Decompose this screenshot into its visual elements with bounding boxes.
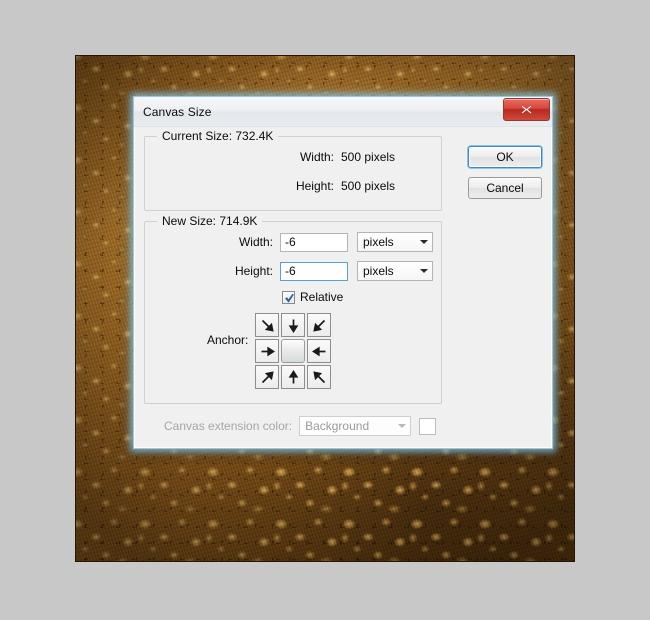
arrow-up-left-icon <box>313 370 325 383</box>
anchor-cell-center[interactable] <box>281 339 306 363</box>
anchor-cell-middle-right[interactable] <box>307 339 332 363</box>
relative-row: Relative <box>153 290 433 304</box>
checkmark-icon <box>285 293 294 303</box>
current-width-label: Width: <box>299 150 334 164</box>
new-size-group: New Size: 714.9K Width: pixels Height: p… <box>144 214 442 404</box>
current-height-row: Height: 500 pixels <box>153 176 433 196</box>
new-size-legend: New Size: 714.9K <box>157 214 263 228</box>
chevron-down-icon <box>416 269 432 273</box>
new-width-label: Width: <box>238 235 273 249</box>
arrow-right-icon <box>261 346 275 356</box>
new-width-row: Width: pixels <box>153 232 433 252</box>
relative-label: Relative <box>300 290 344 304</box>
anchor-row: Anchor: <box>153 313 433 389</box>
anchor-cell-top-left[interactable] <box>255 313 280 337</box>
new-height-unit-select[interactable]: pixels <box>357 261 433 281</box>
current-width-value: 500 pixels <box>341 150 396 164</box>
close-button[interactable] <box>503 98 550 121</box>
relative-checkbox[interactable] <box>282 290 295 304</box>
new-width-unit-value: pixels <box>363 235 394 249</box>
new-height-input[interactable] <box>280 261 348 281</box>
canvas-size-dialog: Canvas Size OK Cancel Current Size: 732.… <box>133 96 553 449</box>
current-size-group: Current Size: 732.4K Width: 500 pixels H… <box>144 129 442 211</box>
dialog-titlebar: Canvas Size <box>134 97 552 127</box>
chevron-down-icon <box>416 240 432 244</box>
arrow-left-icon <box>311 346 326 356</box>
canvas-extension-color-label: Canvas extension color: <box>164 419 293 433</box>
canvas-extension-color-swatch <box>419 417 437 435</box>
new-height-label: Height: <box>234 264 273 278</box>
anchor-cell-top-center[interactable] <box>281 313 306 337</box>
ok-button[interactable]: OK <box>468 146 542 168</box>
new-height-unit-value: pixels <box>363 264 394 278</box>
anchor-label: Anchor: <box>207 333 249 347</box>
new-height-row: Height: pixels <box>153 261 433 281</box>
anchor-cell-bottom-right[interactable] <box>307 365 332 389</box>
anchor-cell-top-right[interactable] <box>307 313 332 337</box>
dialog-title: Canvas Size <box>143 104 212 119</box>
current-size-legend: Current Size: 732.4K <box>157 129 279 143</box>
canvas-extension-color-select: Background <box>299 416 412 436</box>
arrow-down-icon <box>288 319 299 333</box>
new-width-input[interactable] <box>280 232 348 252</box>
current-width-row: Width: 500 pixels <box>153 147 433 167</box>
dialog-body: OK Cancel Current Size: 732.4K Width: 50… <box>134 127 552 448</box>
new-width-unit-select[interactable]: pixels <box>357 232 433 252</box>
canvas-extension-color-row: Canvas extension color: Background <box>144 414 542 438</box>
canvas-extension-color-value: Background <box>305 419 370 433</box>
dialog-button-column: OK Cancel <box>468 146 542 199</box>
arrow-down-right-icon <box>261 319 274 332</box>
anchor-cell-middle-left[interactable] <box>255 339 280 363</box>
chevron-down-icon <box>394 424 410 428</box>
close-icon <box>521 105 532 114</box>
arrow-up-icon <box>288 369 299 383</box>
arrow-down-left-icon <box>313 319 325 332</box>
anchor-cell-bottom-center[interactable] <box>281 365 306 389</box>
anchor-grid <box>255 313 332 389</box>
arrow-up-right-icon <box>261 370 274 383</box>
current-height-value: 500 pixels <box>341 179 396 193</box>
cancel-button[interactable]: Cancel <box>468 177 542 199</box>
anchor-cell-bottom-left[interactable] <box>255 365 280 389</box>
current-height-label: Height: <box>295 179 334 193</box>
